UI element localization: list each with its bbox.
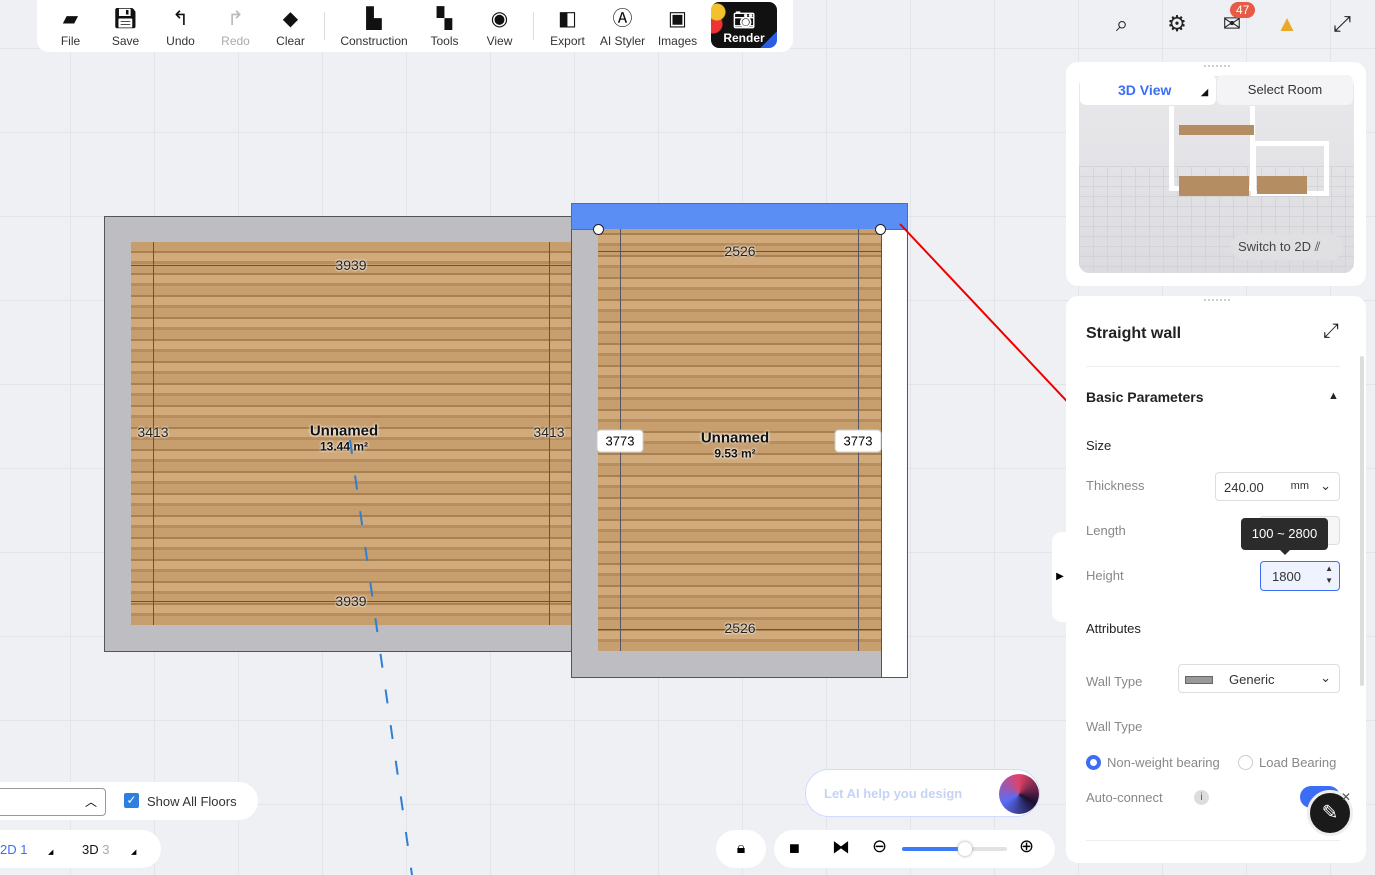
stepper-icon[interactable]: ▲ ▼ xyxy=(1325,563,1333,587)
fit-view-icon[interactable]: ⧓ xyxy=(832,837,850,858)
switch-icon: ⫽ xyxy=(1314,239,1321,254)
ai-assistant-icon[interactable] xyxy=(999,774,1039,814)
dropdown-corner-icon: ◢ xyxy=(131,849,137,856)
drag-handle[interactable] xyxy=(1204,65,1230,69)
properties-panel: Straight wall ⤢ Basic Parameters ▲ Size … xyxy=(1052,296,1366,863)
3d-preview-panel: 3D View ◢ Select Room Switch to 2D ⫽ xyxy=(1066,62,1366,286)
3d-floor xyxy=(1179,125,1254,135)
zoom-out-icon[interactable]: ⊖ xyxy=(872,836,887,857)
guide-dashed-line xyxy=(349,439,413,875)
drag-handle[interactable] xyxy=(1204,299,1230,303)
view-controls: ■ ⧓ ⊖ ⊕ xyxy=(774,830,1055,868)
zoom-slider-fill xyxy=(902,847,965,851)
length-label: Length xyxy=(1086,523,1126,538)
thickness-label: Thickness xyxy=(1086,478,1145,493)
caret-right-icon: ▶ xyxy=(1056,571,1064,582)
ai-input[interactable]: Let AI help you design xyxy=(805,769,1040,817)
divider xyxy=(1086,366,1340,367)
auto-connect-label: Auto-connect xyxy=(1086,790,1163,805)
dropdown-corner-icon: ◢ xyxy=(48,849,54,856)
select-room-button[interactable]: Select Room xyxy=(1217,75,1353,105)
wall-swatch-icon xyxy=(1185,676,1213,684)
divider xyxy=(1086,840,1340,841)
tab-2d[interactable]: 2D 1 xyxy=(0,842,27,857)
3d-floor xyxy=(1179,176,1249,196)
range-tooltip: 100 ~ 2800 xyxy=(1241,518,1328,550)
size-heading: Size xyxy=(1086,438,1112,453)
radio-label: Non-weight bearing xyxy=(1107,755,1220,770)
zoom-slider-thumb[interactable] xyxy=(958,842,972,856)
chevron-down-icon: ⌄ xyxy=(1320,478,1331,493)
dropdown-corner-icon: ◢ xyxy=(1201,87,1208,97)
close-icon[interactable]: ✕ xyxy=(1341,790,1351,804)
floor-select[interactable]: ︿ xyxy=(0,788,106,816)
show-all-floors-label: Show All Floors xyxy=(147,794,237,809)
info-icon[interactable]: i xyxy=(1194,790,1209,805)
chevron-up-icon: ︿ xyxy=(84,795,97,809)
wall-type-label: Wall Type xyxy=(1086,674,1143,689)
panel-title: Straight wall xyxy=(1086,325,1182,342)
zoom-slider[interactable] xyxy=(902,842,1007,856)
collapse-icon[interactable]: ▲ xyxy=(1328,390,1339,402)
section-basic-parameters[interactable]: Basic Parameters xyxy=(1086,389,1204,405)
height-input[interactable]: 1800 ▲ ▼ xyxy=(1260,561,1340,591)
height-label: Height xyxy=(1086,568,1124,583)
thickness-input[interactable]: 240.00 mm ⌄ xyxy=(1215,472,1340,501)
collapse-panel-button[interactable]: ▶ xyxy=(1052,532,1068,622)
radio-non-weight-bearing[interactable] xyxy=(1086,755,1101,770)
wall-type-select[interactable]: Generic ⌄ xyxy=(1178,664,1340,693)
floor-selector-bar: ︿ ✓ Show All Floors xyxy=(0,782,258,820)
camera-view-icon[interactable]: ■ xyxy=(789,838,800,859)
lock-button[interactable]: 🔒︎ xyxy=(716,830,766,868)
3d-view-dropdown[interactable]: 3D View ◢ xyxy=(1080,75,1216,105)
chevron-down-icon: ⌄ xyxy=(1320,670,1331,685)
switch-to-2d-button[interactable]: Switch to 2D ⫽ xyxy=(1231,234,1343,260)
3d-floor xyxy=(1257,176,1307,194)
wall-type-label-2: Wall Type xyxy=(1086,719,1143,734)
lock-icon: 🔒︎ xyxy=(736,840,746,857)
zoom-in-icon[interactable]: ⊕ xyxy=(1019,836,1034,857)
note-edit-icon: ✎ xyxy=(1321,802,1339,824)
radio-load-bearing[interactable] xyxy=(1238,755,1253,770)
view-tabs: 2D 1 ◢ 3D 3 ◢ xyxy=(0,830,161,868)
tab-3d[interactable]: 3D 3 xyxy=(82,842,109,857)
tooltip-arrow xyxy=(1279,549,1291,561)
expand-icon[interactable]: ⤢ xyxy=(1323,320,1339,343)
radio-label: Load Bearing xyxy=(1259,755,1337,770)
attributes-heading: Attributes xyxy=(1086,621,1141,636)
show-all-floors-checkbox[interactable]: ✓ xyxy=(124,793,139,808)
scrollbar[interactable] xyxy=(1360,356,1364,686)
